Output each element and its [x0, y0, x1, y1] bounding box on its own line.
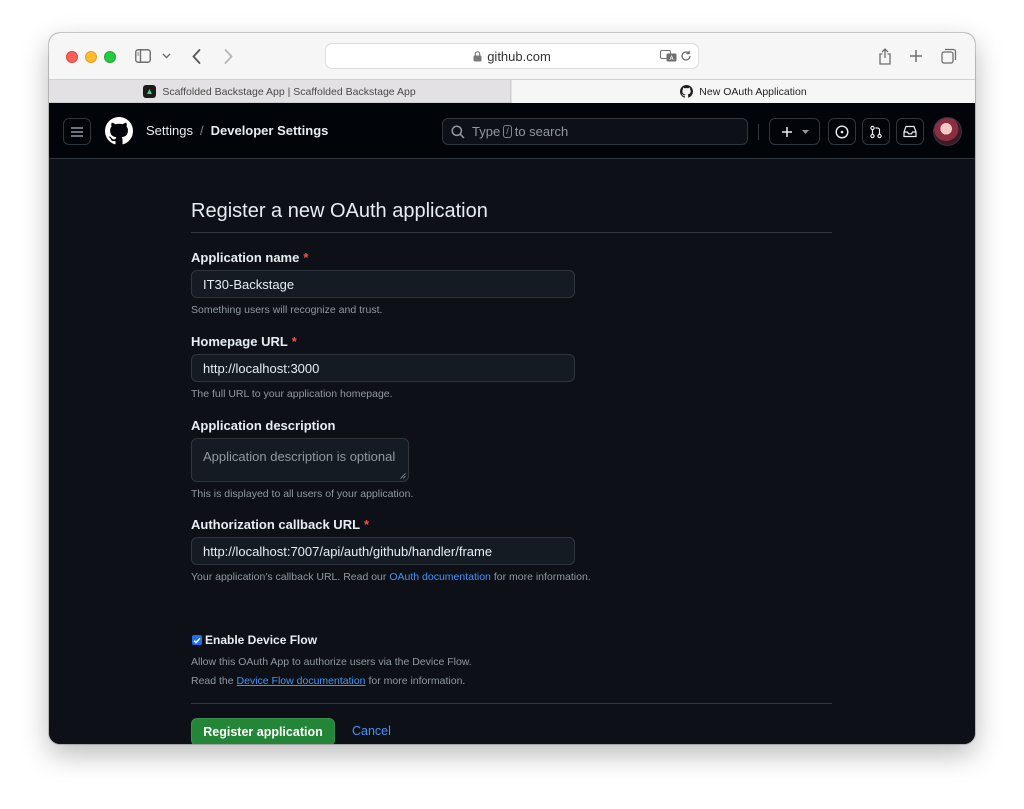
application-name-note: Something users will recognize and trust…	[191, 304, 383, 316]
homepage-url-field[interactable]: http://localhost:3000	[191, 354, 575, 382]
tab-overview-icon[interactable]	[940, 47, 958, 65]
new-tab-icon[interactable]	[907, 47, 925, 65]
callback-url-field[interactable]: http://localhost:7007/api/auth/github/ha…	[191, 537, 575, 565]
title-divider	[191, 232, 832, 233]
zoom-window-button[interactable]	[104, 51, 116, 63]
hamburger-icon[interactable]	[63, 118, 91, 145]
search-prefix: Type	[472, 124, 501, 139]
share-icon[interactable]	[876, 46, 894, 66]
address-text: github.com	[487, 48, 551, 64]
callback-url-note: Your application's callback URL. Read ou…	[191, 571, 591, 583]
cancel-button[interactable]: Cancel	[352, 724, 391, 738]
required-marker: *	[364, 517, 370, 532]
device-flow-doc-note: Read the Device Flow documentation for m…	[191, 675, 466, 687]
application-name-label: Application name *	[191, 250, 309, 265]
required-marker: *	[303, 250, 309, 265]
application-description-note: This is displayed to all users of your a…	[191, 488, 414, 500]
enable-device-flow-checkbox[interactable]	[192, 635, 202, 645]
github-favicon-icon	[680, 85, 694, 98]
forward-arrow-icon[interactable]	[219, 46, 237, 66]
tab-label: New OAuth Application	[699, 85, 807, 98]
resize-handle-icon[interactable]	[400, 473, 406, 479]
header-divider	[758, 124, 759, 140]
close-window-button[interactable]	[66, 51, 78, 63]
avatar[interactable]	[933, 117, 962, 146]
breadcrumb-settings[interactable]: Settings	[146, 123, 193, 138]
browser-toolbar: github.com A	[49, 33, 975, 79]
github-logo-icon[interactable]	[105, 117, 133, 145]
homepage-url-value: http://localhost:3000	[203, 360, 320, 376]
tab-backstage[interactable]: Scaffolded Backstage App | Scaffolded Ba…	[49, 80, 511, 103]
main-content: Register a new OAuth application Applica…	[49, 159, 975, 744]
backstage-favicon-icon	[143, 85, 157, 98]
required-marker: *	[291, 334, 297, 349]
issues-icon[interactable]	[828, 118, 856, 145]
device-flow-documentation-link[interactable]: Device Flow documentation	[237, 675, 366, 687]
search-shortcut-key: /	[503, 125, 512, 138]
caret-down-icon	[801, 129, 809, 134]
search-suffix: to search	[514, 124, 569, 139]
browser-window: github.com A Scaffolded Backstage App | …	[49, 33, 975, 744]
application-description-placeholder: Application description is optional	[203, 449, 396, 464]
breadcrumb-separator: /	[199, 123, 204, 138]
enable-device-flow-label[interactable]: Enable Device Flow	[205, 633, 317, 647]
reload-icon[interactable]	[679, 49, 693, 63]
application-name-field[interactable]: IT30-Backstage	[191, 270, 575, 298]
oauth-documentation-link[interactable]: OAuth documentation	[389, 571, 491, 583]
inbox-icon[interactable]	[896, 118, 924, 145]
create-new-button[interactable]	[769, 118, 820, 145]
callback-url-label: Authorization callback URL *	[191, 517, 370, 532]
address-bar[interactable]: github.com A	[325, 43, 699, 69]
application-description-label: Application description	[191, 418, 336, 433]
github-header: Settings / Developer Settings Type / to …	[49, 103, 975, 159]
form-divider	[191, 703, 832, 704]
translate-icon[interactable]: A	[659, 49, 677, 63]
homepage-url-note: The full URL to your application homepag…	[191, 388, 393, 400]
tab-label: Scaffolded Backstage App | Scaffolded Ba…	[162, 85, 416, 98]
application-description-field[interactable]: Application description is optional	[191, 438, 409, 482]
application-name-value: IT30-Backstage	[203, 276, 295, 292]
tab-bar: Scaffolded Backstage App | Scaffolded Ba…	[49, 79, 975, 103]
device-flow-note: Allow this OAuth App to authorize users …	[191, 656, 472, 668]
chevron-down-icon[interactable]	[159, 49, 173, 63]
search-input[interactable]: Type / to search	[442, 118, 748, 145]
tab-new-oauth-application[interactable]: New OAuth Application	[512, 80, 975, 103]
callback-url-value: http://localhost:7007/api/auth/github/ha…	[203, 543, 493, 559]
lock-icon	[473, 50, 482, 62]
breadcrumb-developer-settings[interactable]: Developer Settings	[211, 123, 329, 138]
search-icon	[451, 124, 465, 139]
sidebar-icon[interactable]	[134, 47, 152, 65]
register-application-button[interactable]: Register application	[191, 718, 335, 744]
plus-icon	[781, 126, 793, 138]
pull-request-icon[interactable]	[862, 118, 890, 145]
back-arrow-icon[interactable]	[187, 46, 205, 66]
breadcrumb: Settings / Developer Settings	[146, 123, 328, 138]
homepage-url-label: Homepage URL *	[191, 334, 297, 349]
minimize-window-button[interactable]	[85, 51, 97, 63]
page-title: Register a new OAuth application	[191, 200, 488, 222]
